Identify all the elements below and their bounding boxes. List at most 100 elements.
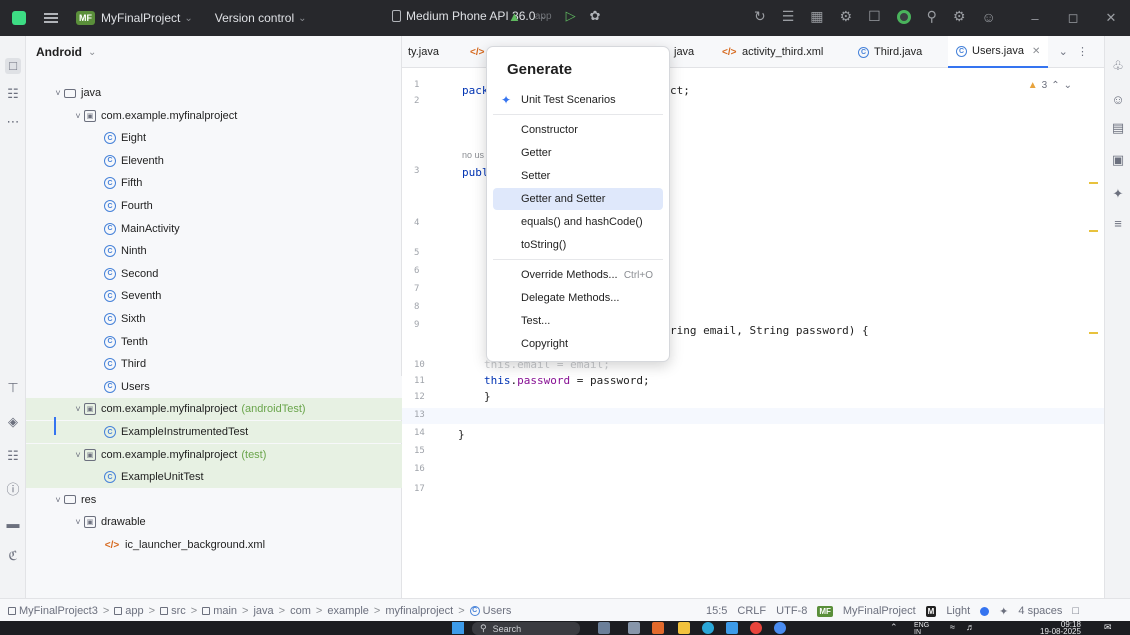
- tree-item[interactable]: C Fifth: [26, 172, 402, 194]
- search-icon[interactable]: ⚲: [927, 8, 937, 25]
- breadcrumb-item[interactable]: src: [160, 605, 186, 617]
- tabs-more-icon[interactable]: ⌄ ⋮: [1059, 45, 1088, 58]
- windows-start-icon[interactable]: [452, 622, 464, 634]
- running-devices-icon[interactable]: ▣: [1110, 152, 1126, 168]
- wifi-icon[interactable]: ≈: [950, 622, 955, 632]
- pin-icon[interactable]: ✦: [999, 605, 1008, 618]
- logcat-icon[interactable]: ☷: [5, 448, 21, 464]
- generate-menu-item[interactable]: ✦ Unit Test Scenarios: [493, 89, 663, 111]
- breadcrumb-item[interactable]: myfinalproject: [385, 605, 453, 617]
- tree-item[interactable]: C Third: [26, 353, 402, 375]
- generate-menu-item[interactable]: Delegate Methods...: [493, 287, 663, 309]
- build-variants-icon[interactable]: ⊤: [5, 380, 21, 396]
- layout-inspector-icon[interactable]: ▦: [810, 8, 823, 25]
- terminal-icon[interactable]: ▬: [5, 516, 21, 532]
- breadcrumb-item[interactable]: C Users: [469, 605, 511, 617]
- account-icon[interactable]: ☺: [981, 9, 995, 25]
- project-folder-icon[interactable]: □: [5, 58, 21, 74]
- tree-item[interactable]: C Tenth: [26, 331, 402, 353]
- generate-menu-item[interactable]: Setter: [493, 165, 663, 187]
- project-view-selector[interactable]: Android ⌄: [26, 36, 401, 68]
- line-ending[interactable]: CRLF: [737, 605, 766, 617]
- tab-activity-third-xml[interactable]: </> activity_third.xml: [722, 36, 823, 68]
- taskbar-app-icon[interactable]: [652, 622, 664, 634]
- close-tab-icon[interactable]: ✕: [1032, 46, 1040, 57]
- chevron-down-icon[interactable]: ⌄: [88, 47, 96, 58]
- chevron-down-icon[interactable]: ˅: [72, 404, 84, 414]
- edge-icon[interactable]: [702, 622, 714, 634]
- file-encoding[interactable]: UTF-8: [776, 605, 807, 617]
- breadcrumb-item[interactable]: main: [202, 605, 237, 617]
- tab-java[interactable]: java: [674, 36, 694, 68]
- caret-position[interactable]: 15:5: [706, 605, 727, 617]
- breadcrumb-item[interactable]: example: [327, 605, 369, 617]
- theme-label[interactable]: Light: [946, 605, 970, 617]
- gemini-icon[interactable]: ☺: [1110, 92, 1126, 108]
- taskbar-app-icon[interactable]: [628, 622, 640, 634]
- version-control-icon[interactable]: ℭ: [5, 548, 21, 564]
- chevron-down-icon[interactable]: ⌄: [1064, 80, 1072, 91]
- problems-icon[interactable]: ⓘ: [5, 482, 21, 498]
- tree-item[interactable]: C ExampleInstrumentedTest: [26, 421, 402, 443]
- tree-item[interactable]: ˅ ▣ com.example.myfinalproject (androidTest…: [26, 398, 402, 421]
- tree-item[interactable]: ˅ res: [26, 489, 402, 511]
- device-manager-icon[interactable]: ☐: [868, 8, 881, 25]
- ai-assistant-icon[interactable]: ✦: [1110, 186, 1126, 202]
- tree-item[interactable]: C Fourth: [26, 195, 402, 217]
- generate-menu-item[interactable]: Getter and Setter: [493, 188, 663, 210]
- generate-menu-item[interactable]: Override Methods... Ctrl+O: [493, 264, 663, 286]
- warning-marker[interactable]: [1089, 332, 1098, 334]
- generate-menu-item[interactable]: Constructor: [493, 119, 663, 141]
- settings-icon[interactable]: ⚙: [953, 8, 966, 25]
- generate-menu-item[interactable]: Getter: [493, 142, 663, 164]
- notifications-icon[interactable]: ♧: [1110, 58, 1126, 74]
- close-icon[interactable]: ✕: [1092, 0, 1130, 36]
- taskbar-app-icon[interactable]: [598, 622, 610, 634]
- chevron-down-icon[interactable]: ˅: [52, 495, 64, 505]
- status-dot-icon[interactable]: [980, 606, 990, 616]
- clock[interactable]: 09:18 19-08-2025: [1040, 621, 1081, 635]
- version-control-menu[interactable]: Version control: [215, 11, 294, 25]
- language-indicator[interactable]: ENG IN: [914, 622, 929, 635]
- notification-center-icon[interactable]: ✉: [1104, 622, 1112, 633]
- tree-item[interactable]: C MainActivity: [26, 218, 402, 240]
- run-icon[interactable]: ▷: [566, 8, 576, 24]
- breadcrumb-item[interactable]: com: [290, 605, 311, 617]
- project-switcher[interactable]: MyFinalProject: [101, 11, 180, 25]
- warning-marker[interactable]: [1089, 182, 1098, 184]
- tree-item[interactable]: C Eleventh: [26, 150, 402, 172]
- tree-item[interactable]: C Seventh: [26, 285, 402, 307]
- tab-users-java[interactable]: C Users.java ✕: [948, 36, 1049, 68]
- maximize-icon[interactable]: ◻: [1054, 0, 1092, 36]
- profiler-icon[interactable]: ⚙: [840, 8, 853, 25]
- read-only-icon[interactable]: □: [1072, 605, 1079, 617]
- indent-setting[interactable]: 4 spaces: [1018, 605, 1062, 617]
- tab-third-java[interactable]: C Third.java: [858, 36, 922, 68]
- tree-item[interactable]: C ExampleUnitTest: [26, 466, 402, 489]
- run-config-icon[interactable]: ▲: [508, 9, 521, 24]
- chevron-down-icon[interactable]: ⌄: [298, 13, 306, 24]
- more-icon[interactable]: ⋯: [5, 114, 21, 130]
- structure-icon[interactable]: ☷: [5, 86, 21, 102]
- volume-icon[interactable]: ♬: [966, 622, 975, 632]
- tree-item[interactable]: C Second: [26, 263, 402, 285]
- sync-icon[interactable]: ↻: [754, 8, 766, 25]
- tree-item[interactable]: ˅ ▣ com.example.myfinalproject: [26, 105, 402, 127]
- tree-item[interactable]: C Sixth: [26, 308, 402, 330]
- tree-item[interactable]: C Ninth: [26, 240, 402, 262]
- chevron-down-icon[interactable]: ⌄: [184, 13, 192, 24]
- generate-menu-item[interactable]: Copyright: [493, 333, 663, 355]
- chevron-up-icon[interactable]: ⌃: [1051, 80, 1059, 91]
- run-config-label[interactable]: app: [535, 11, 552, 22]
- device-file-explorer-icon[interactable]: ▤: [1110, 120, 1126, 136]
- main-menu-icon[interactable]: [44, 13, 58, 23]
- file-explorer-icon[interactable]: [678, 622, 690, 634]
- generate-menu-item[interactable]: toString(): [493, 234, 663, 256]
- record-icon[interactable]: [896, 9, 911, 24]
- chevron-down-icon[interactable]: ˅: [52, 88, 64, 98]
- tray-chevron-icon[interactable]: ⌃: [890, 622, 898, 633]
- breadcrumb-item[interactable]: java: [253, 605, 273, 617]
- breadcrumb-item[interactable]: app: [114, 605, 144, 617]
- chevron-down-icon[interactable]: ˅: [72, 517, 84, 527]
- tree-item[interactable]: ˅ ▣ com.example.myfinalproject (test): [26, 443, 402, 466]
